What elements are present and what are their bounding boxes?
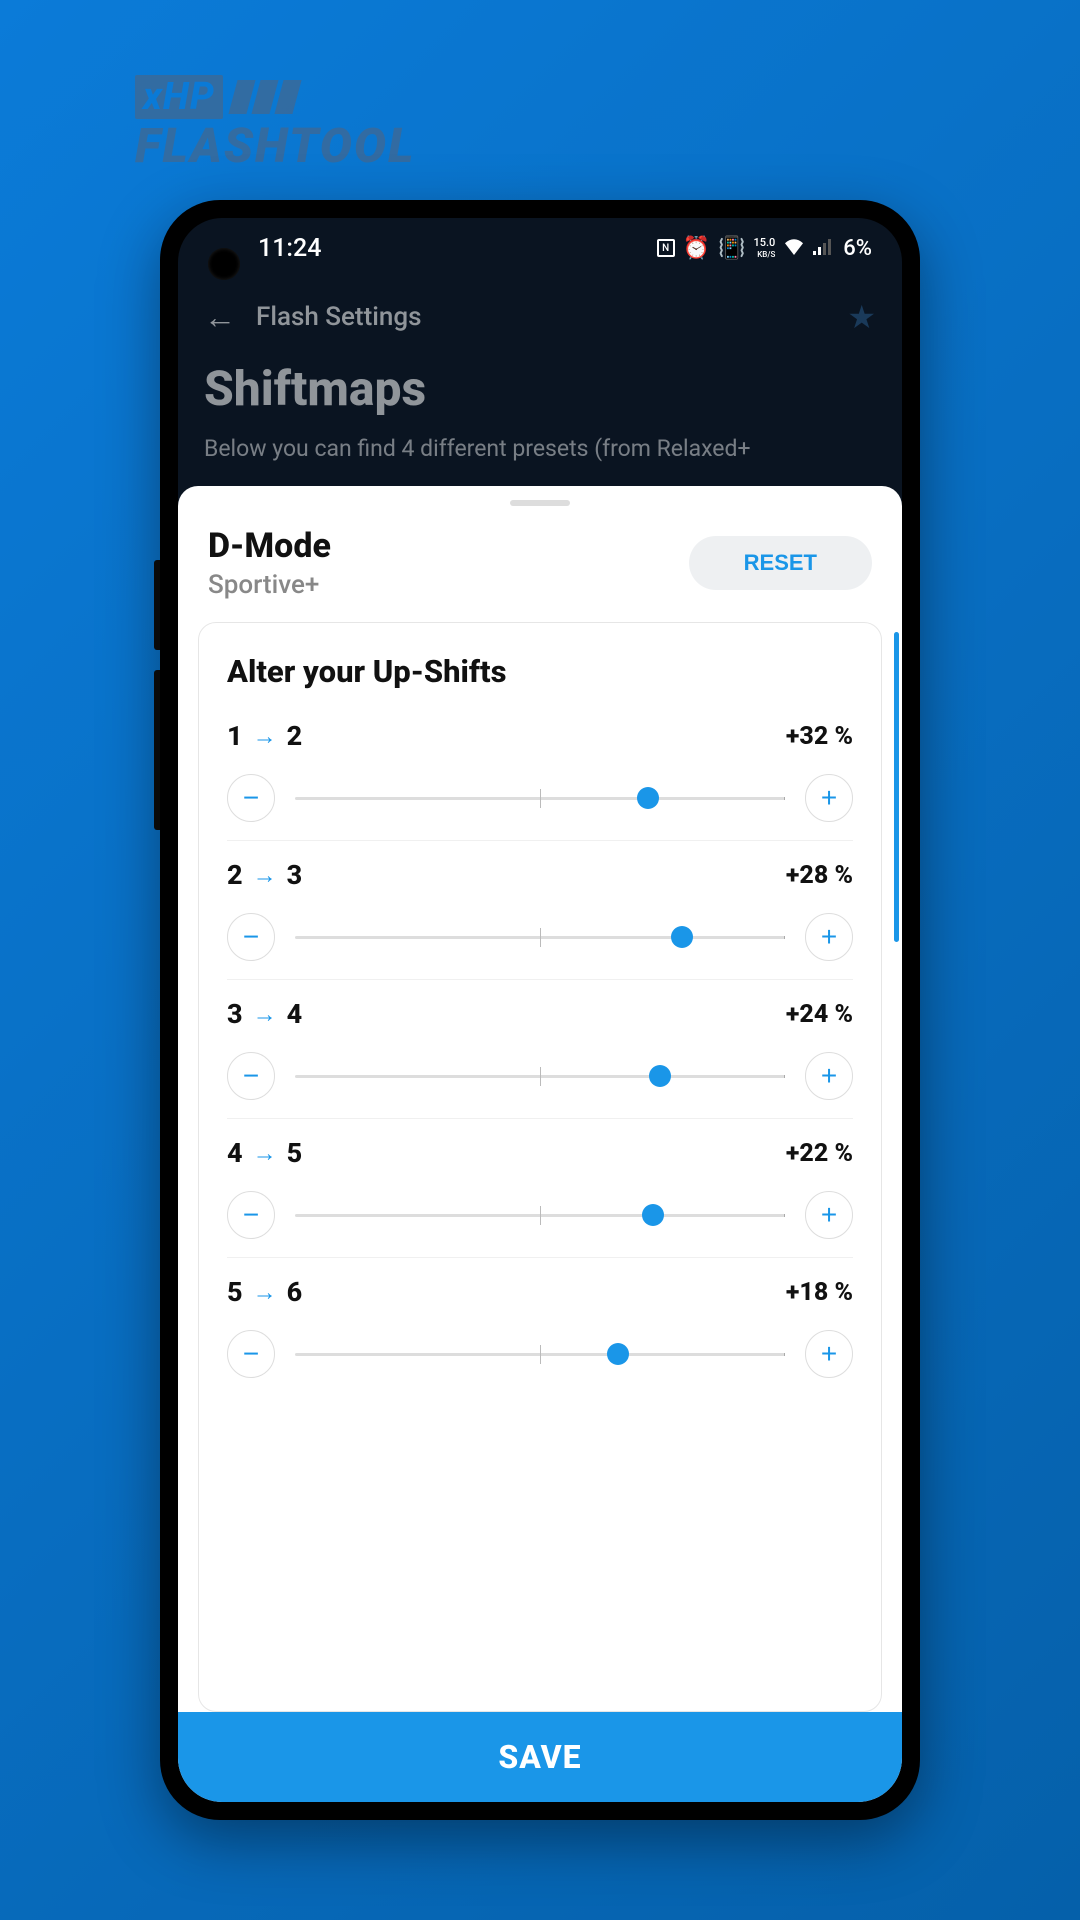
network-speed: 15.0KB/S	[753, 237, 775, 259]
card-title: Alter your Up-Shifts	[227, 653, 853, 690]
slider-thumb[interactable]	[671, 926, 693, 948]
logo-xhp: xHP	[135, 75, 223, 119]
shift-item: 1 → 2 +32 % − +	[227, 720, 853, 841]
save-label: SAVE	[498, 1738, 581, 1776]
shift-value: +18 %	[786, 1278, 853, 1307]
shift-slider[interactable]	[295, 1066, 785, 1086]
save-button[interactable]: SAVE	[178, 1712, 902, 1802]
page-description: Below you can find 4 different presets (…	[204, 433, 876, 465]
scroll-area[interactable]: Alter your Up-Shifts 1 → 2 +32 % − +	[178, 622, 902, 1712]
increase-button[interactable]: +	[805, 774, 853, 822]
shift-value: +24 %	[786, 1000, 853, 1029]
arrow-right-icon: →	[253, 1139, 277, 1168]
page-title: Shiftmaps	[204, 360, 876, 417]
shift-item: 5 → 6 +18 % − +	[227, 1276, 853, 1396]
vibrate-icon: 📳	[718, 236, 745, 261]
sheet-drag-handle[interactable]	[510, 500, 570, 506]
front-camera	[208, 248, 240, 280]
slider-zero-mark	[540, 928, 541, 947]
shift-item: 3 → 4 +24 % − +	[227, 998, 853, 1119]
shift-item: 2 → 3 +28 % − +	[227, 859, 853, 980]
shift-item: 4 → 5 +22 % − +	[227, 1137, 853, 1258]
status-time: 11:24	[258, 234, 321, 263]
upshifts-card: Alter your Up-Shifts 1 → 2 +32 % − +	[198, 622, 882, 1712]
alarm-icon: ⏰	[683, 236, 710, 261]
phone-frame: 11:24 N ⏰ 📳 15.0KB/S 6%	[160, 200, 920, 1820]
slider-zero-mark	[540, 1206, 541, 1225]
logo-stripes-icon	[233, 80, 297, 114]
arrow-right-icon: →	[253, 861, 277, 890]
decrease-button[interactable]: −	[227, 774, 275, 822]
shift-slider[interactable]	[295, 927, 785, 947]
shift-slider[interactable]	[295, 1205, 785, 1225]
shift-gear-label: 2 → 3	[227, 859, 302, 891]
slider-thumb[interactable]	[607, 1343, 629, 1365]
slider-thumb[interactable]	[642, 1204, 664, 1226]
bottom-sheet: D-Mode Sportive+ RESET Alter your Up-Shi…	[178, 486, 902, 1802]
wifi-icon	[783, 236, 805, 261]
increase-button[interactable]: +	[805, 1330, 853, 1378]
decrease-button[interactable]: −	[227, 1330, 275, 1378]
decrease-button[interactable]: −	[227, 1191, 275, 1239]
shift-slider[interactable]	[295, 788, 785, 808]
battery-percent: 6%	[843, 236, 872, 261]
increase-button[interactable]: +	[805, 1191, 853, 1239]
arrow-right-icon: →	[253, 1000, 277, 1029]
signal-icon	[813, 236, 833, 261]
shift-gear-label: 4 → 5	[227, 1137, 302, 1169]
status-bar: 11:24 N ⏰ 📳 15.0KB/S 6%	[178, 218, 902, 278]
reset-button[interactable]: RESET	[689, 536, 872, 590]
flashtool-logo: xHP FLASHTOOL	[135, 75, 415, 174]
logo-text: FLASHTOOL	[135, 117, 415, 174]
mode-title: D-Mode	[208, 526, 331, 566]
screen: 11:24 N ⏰ 📳 15.0KB/S 6%	[178, 218, 902, 1802]
shift-value: +22 %	[786, 1139, 853, 1168]
decrease-button[interactable]: −	[227, 1052, 275, 1100]
increase-button[interactable]: +	[805, 1052, 853, 1100]
favorite-star-icon[interactable]: ★	[847, 298, 876, 336]
screen-title: Flash Settings	[256, 302, 827, 332]
shift-gear-label: 5 → 6	[227, 1276, 302, 1308]
slider-zero-mark	[540, 789, 541, 808]
shift-value: +32 %	[786, 722, 853, 751]
increase-button[interactable]: +	[805, 913, 853, 961]
slider-thumb[interactable]	[637, 787, 659, 809]
arrow-right-icon: →	[253, 722, 277, 751]
back-arrow-icon[interactable]: ←	[204, 298, 236, 336]
shift-gear-label: 1 → 2	[227, 720, 302, 752]
shift-slider[interactable]	[295, 1344, 785, 1364]
scrollbar[interactable]	[894, 632, 899, 942]
slider-zero-mark	[540, 1067, 541, 1086]
shift-gear-label: 3 → 4	[227, 998, 302, 1030]
mode-subtitle: Sportive+	[208, 570, 331, 600]
nfc-icon: N	[657, 239, 675, 257]
arrow-right-icon: →	[253, 1278, 277, 1307]
shift-value: +28 %	[786, 861, 853, 890]
decrease-button[interactable]: −	[227, 913, 275, 961]
app-header: ← Flash Settings ★ Shiftmaps Below you c…	[178, 278, 902, 473]
slider-zero-mark	[540, 1345, 541, 1364]
slider-thumb[interactable]	[649, 1065, 671, 1087]
